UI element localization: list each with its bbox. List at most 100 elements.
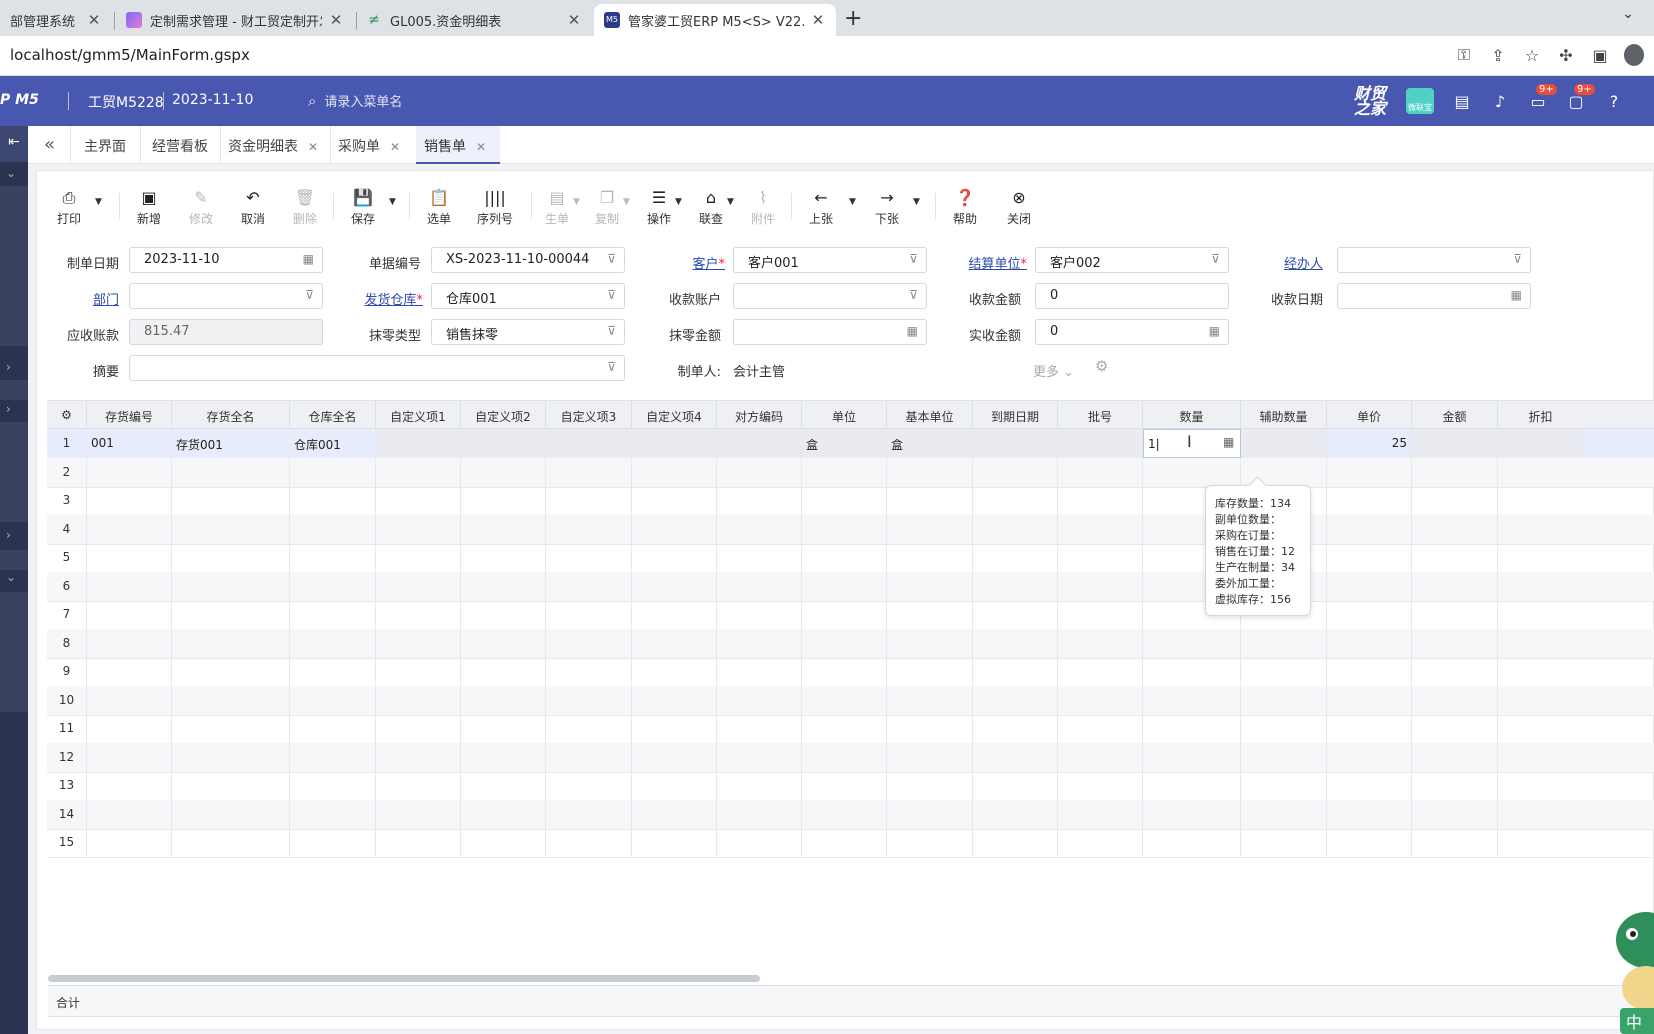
- grid-cell[interactable]: [1327, 657, 1412, 686]
- grid-cell[interactable]: [87, 828, 172, 857]
- wx-app-icon[interactable]: 微联宝: [1406, 88, 1434, 114]
- close-button[interactable]: ⊗ 关闭: [1005, 189, 1033, 227]
- caret-down-icon[interactable]: ▼: [95, 197, 102, 207]
- grid-cell[interactable]: [802, 514, 887, 544]
- sidepanel-icon[interactable]: ▣: [1590, 46, 1610, 65]
- grid-cell[interactable]: [973, 685, 1058, 715]
- grid-cell[interactable]: [1327, 514, 1412, 544]
- grid-cell[interactable]: [376, 543, 461, 572]
- grid-cell[interactable]: [632, 486, 717, 515]
- collapse-menu-icon[interactable]: ⇤: [0, 126, 28, 162]
- table-row[interactable]: 5: [47, 543, 1654, 573]
- caret-down-icon[interactable]: ▼: [675, 197, 682, 207]
- copy-button[interactable]: ❐ 复制: [593, 189, 621, 227]
- grid-cell[interactable]: [632, 571, 717, 601]
- grid-cell[interactable]: [632, 714, 717, 743]
- grid-cell[interactable]: [461, 685, 546, 715]
- grid-cell[interactable]: [290, 514, 376, 544]
- grid-cell[interactable]: [172, 828, 290, 857]
- browser-tab[interactable]: 定制需求管理 - 财工贸定制开发 ✕: [116, 4, 354, 36]
- grid-cell[interactable]: [632, 771, 717, 800]
- grid-cell[interactable]: [1498, 629, 1583, 658]
- generate-button[interactable]: ▤ 生单: [543, 189, 571, 227]
- calendar-icon[interactable]: ▦: [303, 252, 314, 266]
- grid-cell[interactable]: [887, 742, 973, 772]
- grid-cell[interactable]: [1498, 714, 1583, 743]
- grid-cell[interactable]: [546, 799, 632, 829]
- grid-cell[interactable]: [546, 828, 632, 857]
- grid-cell[interactable]: [290, 657, 376, 686]
- close-icon[interactable]: ✕: [328, 11, 344, 29]
- grid-cell[interactable]: [717, 685, 802, 715]
- grid-cell[interactable]: [87, 514, 172, 544]
- table-row[interactable]: 9: [47, 657, 1654, 687]
- grid-cell[interactable]: [1412, 486, 1498, 515]
- filter-icon[interactable]: ⊽: [1513, 252, 1522, 266]
- grid-cell[interactable]: [1498, 572, 1583, 601]
- prev-button[interactable]: ← 上张: [807, 189, 835, 227]
- grid-cell[interactable]: [1058, 457, 1143, 487]
- grid-cell[interactable]: [1241, 714, 1327, 743]
- help-button[interactable]: ❓ 帮助: [951, 189, 979, 227]
- grid-cell[interactable]: [1498, 771, 1583, 800]
- summary-field[interactable]: ⊽: [129, 355, 625, 381]
- column-header[interactable]: 存货编号: [87, 401, 172, 430]
- grid-cell[interactable]: [887, 657, 973, 686]
- grid-cell[interactable]: [172, 457, 290, 487]
- grid-cell[interactable]: [973, 543, 1058, 572]
- grid-cell[interactable]: [1143, 657, 1241, 686]
- grid-cell[interactable]: [802, 742, 887, 772]
- grid-cell[interactable]: [172, 628, 290, 658]
- grid-cell[interactable]: [717, 799, 802, 829]
- help-circle-icon[interactable]: ?: [1604, 92, 1624, 111]
- gear-icon[interactable]: ⚙: [1095, 357, 1108, 375]
- chevron-down-icon[interactable]: ⌄: [6, 570, 16, 584]
- grid-cell[interactable]: [1143, 771, 1241, 800]
- cell-custom4[interactable]: [632, 429, 717, 458]
- grid-cell[interactable]: [887, 600, 973, 629]
- settle-field[interactable]: 客户002 ⊽: [1035, 247, 1229, 273]
- column-header[interactable]: 仓库全名: [290, 401, 376, 430]
- filter-icon[interactable]: ⊽: [607, 252, 616, 266]
- column-header[interactable]: 自定义项3: [546, 401, 632, 430]
- grid-cell[interactable]: [1058, 657, 1143, 686]
- grid-cell[interactable]: [973, 600, 1058, 629]
- cell-custom3[interactable]: [546, 429, 632, 458]
- grid-cell[interactable]: [1327, 742, 1412, 772]
- grid-cell[interactable]: [1412, 714, 1498, 743]
- column-header[interactable]: 数量: [1143, 401, 1241, 430]
- recv-date-field[interactable]: ▦: [1337, 283, 1531, 309]
- caret-down-icon[interactable]: ▼: [389, 197, 396, 207]
- caret-down-icon[interactable]: ▼: [727, 197, 734, 207]
- grid-cell[interactable]: [802, 600, 887, 629]
- grid-cell[interactable]: [546, 486, 632, 515]
- grid-cell[interactable]: [461, 714, 546, 743]
- filter-icon[interactable]: ⊽: [1211, 252, 1220, 266]
- grid-cell[interactable]: [376, 714, 461, 743]
- grid-cell[interactable]: [546, 571, 632, 601]
- grid-cell[interactable]: [1327, 828, 1412, 857]
- grid-cell[interactable]: [802, 628, 887, 658]
- double-chevron-left-icon[interactable]: «: [44, 134, 55, 155]
- cancel-button[interactable]: ↶ 取消: [239, 189, 267, 227]
- grid-cell[interactable]: [717, 457, 802, 487]
- key-icon[interactable]: ⚿: [1454, 45, 1474, 65]
- cell-amount[interactable]: [1412, 429, 1498, 458]
- cell-counter-code[interactable]: [717, 429, 802, 458]
- cell-aux-qty[interactable]: [1241, 429, 1327, 458]
- edit-button[interactable]: ✎ 修改: [187, 189, 215, 227]
- browser-tab-active[interactable]: M5 管家婆工贸ERP M5<S> V22.8 ✕: [594, 4, 836, 36]
- grid-cell[interactable]: [1327, 771, 1412, 800]
- column-header[interactable]: 到期日期: [973, 401, 1058, 430]
- grid-cell[interactable]: [87, 742, 172, 772]
- grid-cell[interactable]: [290, 685, 376, 715]
- close-icon[interactable]: ✕: [86, 11, 102, 29]
- column-header[interactable]: 存货全名: [172, 401, 290, 430]
- grid-cell[interactable]: [172, 600, 290, 629]
- grid-cell[interactable]: [376, 514, 461, 544]
- cell-custom1[interactable]: [376, 429, 461, 458]
- grid-cell[interactable]: [290, 457, 376, 487]
- grid-cell[interactable]: [802, 828, 887, 857]
- grid-cell[interactable]: [802, 714, 887, 743]
- grid-cell[interactable]: [717, 771, 802, 800]
